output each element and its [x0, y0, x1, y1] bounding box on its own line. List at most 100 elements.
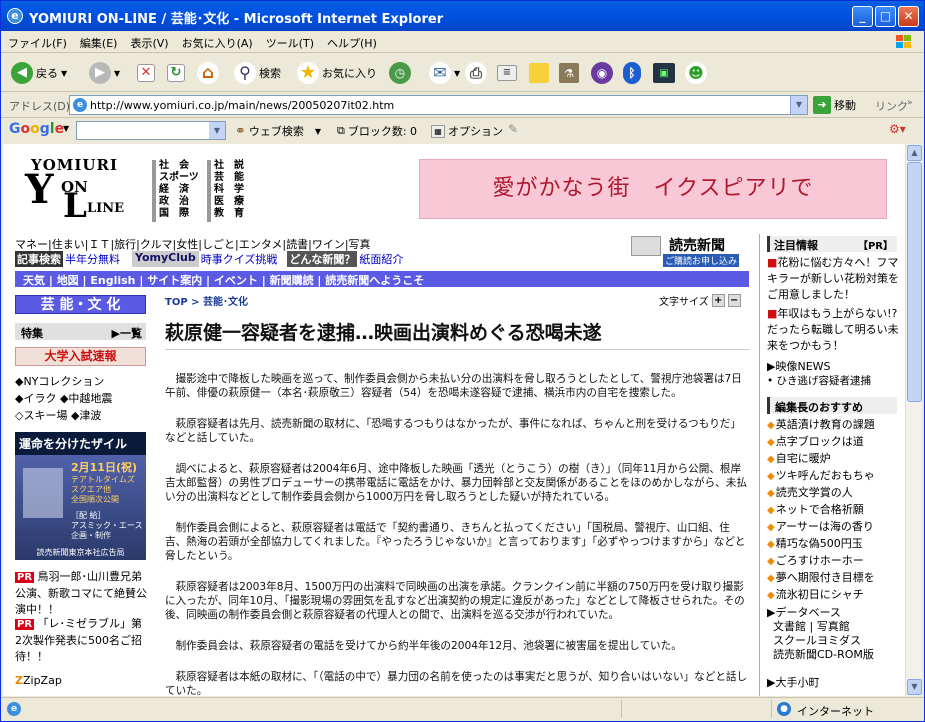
nav-wine[interactable]: ワイン: [312, 238, 345, 251]
subscribe-box[interactable]: 読売新聞 ご購読お申し込み: [631, 236, 749, 267]
nav-books[interactable]: 読書: [286, 238, 308, 251]
messenger-button[interactable]: ◉: [591, 60, 613, 86]
recommend-item[interactable]: ごろすけホーホー: [767, 553, 903, 570]
highlight-pen-icon[interactable]: ✎: [508, 122, 518, 136]
nav-entame[interactable]: エンタメ: [239, 238, 283, 251]
recommend-item[interactable]: ネットで合格祈願: [767, 502, 903, 519]
quiz-link[interactable]: 時事クイズ挑戦: [201, 251, 278, 267]
stop-button[interactable]: ✕: [137, 60, 155, 86]
scroll-up-icon[interactable]: ▲: [907, 145, 922, 161]
article-search-link[interactable]: 記事検索: [15, 251, 63, 267]
nav-events[interactable]: イベント: [214, 274, 258, 287]
pr-box-1[interactable]: PR 鳥羽一郎･山川豊兄弟公演、新歌コマにて絶賛公演中！！: [15, 569, 148, 618]
breadcrumb-top[interactable]: TOP: [165, 297, 188, 308]
vertical-scrollbar[interactable]: ▲ ▼: [905, 144, 922, 696]
yomiuri-logo[interactable]: YOMIURI Y ON L LINE: [15, 154, 150, 226]
google-search-input[interactable]: ▼: [76, 121, 226, 140]
banner-ad[interactable]: 愛がかなう街 イクスピアリで: [419, 159, 887, 219]
nav-english[interactable]: English: [90, 274, 135, 287]
nav-photo[interactable]: 写真: [349, 238, 371, 251]
go-button[interactable]: ➜ 移動: [813, 96, 856, 114]
recommend-item[interactable]: 英語漬け教育の課題: [767, 417, 903, 434]
nav-money[interactable]: マネー: [15, 238, 48, 251]
home-button[interactable]: ⌂: [197, 60, 219, 86]
notice-item[interactable]: ■年収はもう上がらない!?だったら転職して明るい未来をつかもう！: [767, 306, 899, 354]
nav-women[interactable]: 女性: [176, 238, 198, 251]
recommend-item[interactable]: ツキ呼んだおもちゃ: [767, 468, 903, 485]
menu-file[interactable]: ファイル(F): [1, 31, 73, 51]
scroll-thumb[interactable]: [907, 162, 922, 402]
section-link[interactable]: スポーツ: [159, 172, 199, 184]
media-button[interactable]: ▣: [653, 60, 675, 86]
address-input[interactable]: e http://www.yomiuri.co.jp/main/news/200…: [69, 95, 808, 115]
zipzap-link[interactable]: ZZipZap: [15, 674, 62, 687]
favorites-button[interactable]: ★ お気に入り: [297, 60, 377, 86]
history-button[interactable]: ◷: [389, 60, 411, 86]
special-link[interactable]: ◆イラク ◆中越地震: [15, 390, 112, 407]
google-logo[interactable]: Google: [9, 121, 64, 137]
bluetooth-button[interactable]: ᛒ: [623, 60, 641, 86]
links-chevron-icon[interactable]: »: [907, 98, 913, 108]
section-link[interactable]: 社 説: [214, 160, 244, 172]
subscribe-button[interactable]: ご購読お申し込み: [663, 254, 740, 267]
half-free-link[interactable]: 半年分無料: [65, 251, 120, 267]
recommend-item[interactable]: 自宅に暖炉: [767, 451, 903, 468]
section-link[interactable]: 政 治: [159, 196, 199, 208]
msn-button[interactable]: ☻: [685, 60, 707, 86]
database-link[interactable]: スクールヨミダス: [767, 634, 874, 648]
menu-view[interactable]: 表示(V): [123, 31, 174, 51]
back-button[interactable]: ◀ 戻る ▼: [11, 60, 67, 86]
scroll-down-icon[interactable]: ▼: [907, 679, 922, 695]
movie-ad[interactable]: 運命を分けたザイル 2月11日(祝) テアトルタイムズ スクエア他 全国順次公開 ［…: [15, 432, 146, 560]
menu-edit[interactable]: 編集(E): [73, 31, 124, 51]
breadcrumb-section[interactable]: 芸能･文化: [203, 297, 248, 308]
nav-travel[interactable]: 旅行: [114, 238, 136, 251]
yomyclub-link[interactable]: YomyClub: [132, 251, 199, 267]
search-button[interactable]: ⚲ 検索: [234, 60, 281, 86]
options-button[interactable]: ▦ オプション: [431, 123, 503, 139]
section-link[interactable]: 社 会: [159, 160, 199, 172]
recommend-item[interactable]: アーサーは海の香り: [767, 519, 903, 536]
popup-blocker-button[interactable]: ⧉ ブロック数: 0: [337, 123, 417, 139]
special-link[interactable]: ◇スキー場 ◆津波: [15, 407, 112, 424]
print-button[interactable]: ⎙: [465, 60, 487, 86]
special-link[interactable]: ◆NYコレクション: [15, 373, 112, 390]
google-search-dropdown-icon[interactable]: ▼: [209, 122, 225, 139]
nav-it[interactable]: ＩＴ: [88, 238, 110, 251]
nav-car[interactable]: クルマ: [140, 238, 173, 251]
recommend-item[interactable]: 流氷初日にシャチ: [767, 587, 903, 604]
recommend-item[interactable]: 夢へ期限付き目標を: [767, 570, 903, 587]
section-link[interactable]: 科 学: [214, 184, 244, 196]
recommend-item[interactable]: 精巧な偽500円玉: [767, 536, 903, 553]
nav-subscribe[interactable]: 新聞購読: [270, 274, 314, 287]
menu-favorites[interactable]: お気に入り(A): [175, 31, 259, 51]
menu-help[interactable]: ヘルプ(H): [320, 31, 383, 51]
recommend-item[interactable]: 点字ブロックは道: [767, 434, 903, 451]
discuss-button[interactable]: [529, 60, 549, 86]
mail-button[interactable]: ✉ ▼: [429, 60, 460, 86]
nav-weather[interactable]: 天気: [23, 274, 45, 287]
refresh-button[interactable]: ↻: [167, 60, 185, 86]
menu-tools[interactable]: ツール(T): [259, 31, 320, 51]
font-decrease-icon[interactable]: −: [727, 294, 741, 307]
database-link[interactable]: 文書館: [773, 620, 806, 633]
links-label[interactable]: リンク: [875, 98, 908, 114]
ichiran-link[interactable]: ▶一覧: [112, 325, 142, 341]
pr-box-2[interactable]: PR 「レ･ミゼラブル」第2次製作発表に500名ご招待！！: [15, 616, 148, 665]
shimen-link[interactable]: 紙面紹介: [359, 251, 403, 267]
research-button[interactable]: ⚗: [559, 60, 579, 86]
section-link[interactable]: 国 際: [159, 208, 199, 220]
nav-sumai[interactable]: 住まい: [52, 238, 85, 251]
notice-item[interactable]: ■花粉に悩む方々へ！フマキラーが新しい花粉対策をご用意しました！: [767, 255, 899, 303]
close-button[interactable]: ✕: [898, 6, 919, 27]
minimize-button[interactable]: _: [852, 6, 873, 27]
database-link[interactable]: 写真館: [817, 620, 850, 633]
nav-map[interactable]: 地図: [57, 274, 79, 287]
video-news-item[interactable]: • ひき逃げ容疑者逮捕: [767, 374, 871, 388]
otemachi-link[interactable]: ▶大手小町: [767, 674, 819, 690]
donna-link[interactable]: どんな新聞？: [287, 251, 358, 267]
google-settings-icon[interactable]: ⚙▾: [889, 122, 906, 136]
section-link[interactable]: 芸 能: [214, 172, 244, 184]
nav-welcome[interactable]: 読売新聞へようこそ: [325, 274, 424, 287]
address-dropdown-icon[interactable]: ▼: [790, 96, 807, 114]
